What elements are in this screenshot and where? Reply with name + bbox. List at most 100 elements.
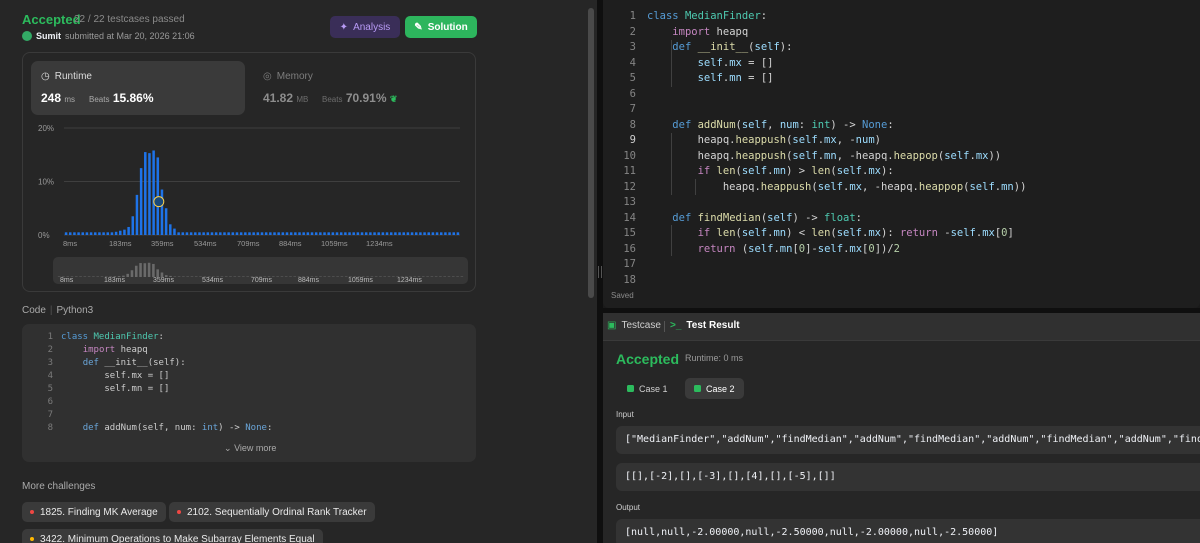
editor-line[interactable]: 7 [612, 102, 1026, 118]
editor-line[interactable]: 10 heapq.heappush(self.mn, -heapq.heappo… [612, 149, 1026, 165]
chart-bar[interactable] [106, 232, 110, 235]
chart-bar[interactable] [306, 232, 310, 235]
editor-line[interactable]: 5 self.mn = [] [612, 71, 1026, 87]
chart-bar[interactable] [352, 232, 355, 235]
chart-bar[interactable] [227, 232, 230, 235]
challenge-chip[interactable]: 3422. Minimum Operations to Make Subarra… [22, 529, 323, 543]
chart-bar[interactable] [114, 231, 118, 235]
chart-bar[interactable] [369, 232, 372, 235]
user-avatar[interactable] [22, 31, 32, 41]
input-value-2[interactable]: [[],[-2],[],[-3],[],[4],[],[-5],[]] [616, 463, 1200, 491]
chart-bar[interactable] [323, 232, 326, 235]
chart-bar[interactable] [214, 232, 218, 235]
chart-bar[interactable] [302, 232, 305, 235]
editor-line[interactable]: 15 if len(self.mn) < len(self.mx): retur… [612, 226, 1026, 242]
chart-bar[interactable] [427, 232, 430, 235]
editor-line[interactable]: 4 self.mx = [] [612, 56, 1026, 72]
chart-bar[interactable] [402, 232, 405, 235]
chart-bar[interactable] [173, 228, 176, 235]
chart-bar[interactable] [177, 232, 180, 235]
chart-bar[interactable] [169, 224, 172, 235]
case-tab-1[interactable]: Case 1 [618, 378, 677, 399]
tab-testcase[interactable]: ▣ Testcase [607, 320, 661, 331]
chart-bar[interactable] [152, 150, 155, 235]
chart-bar[interactable] [377, 232, 380, 235]
chart-bar[interactable] [260, 232, 264, 235]
chart-bar[interactable] [189, 232, 193, 235]
chart-bar[interactable] [269, 232, 272, 235]
chart-bar[interactable] [419, 232, 422, 235]
chart-bar[interactable] [406, 232, 410, 235]
chart-bar[interactable] [144, 152, 147, 235]
tab-test-result[interactable]: >_ Test Result [670, 320, 740, 331]
solution-button[interactable]: ✎ Solution [405, 16, 477, 38]
output-value[interactable]: [null,null,-2.00000,null,-2.50000,null,-… [616, 519, 1200, 543]
chart-bar[interactable] [319, 232, 322, 235]
chart-bar[interactable] [231, 232, 235, 235]
chart-bar[interactable] [181, 232, 185, 235]
chart-bar[interactable] [360, 232, 364, 235]
editor-line[interactable]: 14 def findMedian(self) -> float: [612, 211, 1026, 227]
chart-bar[interactable] [256, 232, 260, 235]
chart-bar[interactable] [81, 232, 85, 235]
editor-line[interactable]: 9 heapq.heappush(self.mx, -num) [612, 133, 1026, 149]
editor-line[interactable]: 11 if len(self.mn) > len(self.mx): [612, 164, 1026, 180]
chart-bar[interactable] [423, 232, 426, 235]
chart-bar[interactable] [73, 232, 76, 235]
chart-bar[interactable] [123, 229, 126, 235]
chart-bar[interactable] [348, 232, 351, 235]
challenge-chip[interactable]: 2102. Sequentially Ordinal Rank Tracker [169, 502, 375, 522]
chart-bar[interactable] [85, 232, 89, 235]
chart-bar[interactable] [381, 232, 385, 235]
chart-bar[interactable] [131, 216, 135, 235]
chart-bar[interactable] [344, 232, 347, 235]
chart-bar[interactable] [94, 232, 97, 235]
user-name[interactable]: Sumit [36, 31, 61, 41]
chart-bar[interactable] [239, 232, 243, 235]
runtime-distribution-chart[interactable]: 20% 10% 0% 8ms 183ms 359ms 534ms 709ms 884ms 1059… [32, 120, 472, 250]
editor-lines[interactable]: 1 class MedianFinder: 2 import heapq 3 def … [612, 9, 1026, 288]
chart-bar[interactable] [281, 232, 285, 235]
chart-bar[interactable] [248, 232, 251, 235]
chart-bar[interactable] [394, 232, 397, 235]
chart-bar[interactable] [127, 226, 130, 235]
chart-bar[interactable] [98, 232, 101, 235]
editor-line[interactable]: 6 [612, 87, 1026, 103]
chart-bar[interactable] [277, 232, 280, 235]
chart-bar[interactable] [139, 168, 143, 235]
left-panel-scrollbar[interactable] [588, 8, 594, 298]
chart-bar[interactable] [439, 232, 443, 235]
chart-bar[interactable] [223, 232, 226, 235]
chart-bar[interactable] [219, 232, 222, 235]
chart-bar[interactable] [64, 232, 68, 235]
input-value-1[interactable]: ["MedianFinder","addNum","findMedian","a… [616, 426, 1200, 454]
chart-bar[interactable] [385, 232, 389, 235]
analysis-button[interactable]: ✦ Analysis [330, 16, 400, 38]
editor-line[interactable]: 13 [612, 195, 1026, 211]
chart-bar[interactable] [119, 230, 122, 235]
chart-bar[interactable] [331, 232, 335, 235]
chart-bar[interactable] [102, 232, 105, 235]
chart-bar[interactable] [235, 232, 239, 235]
chart-bar[interactable] [364, 232, 368, 235]
chart-bar[interactable] [89, 232, 93, 235]
runtime-tab[interactable] [31, 61, 245, 115]
chart-bar[interactable] [202, 232, 205, 235]
chart-bar[interactable] [431, 232, 435, 235]
challenge-chip[interactable]: 1825. Finding MK Average [22, 502, 166, 522]
chart-bar[interactable] [164, 208, 168, 235]
chart-bar[interactable] [298, 232, 301, 235]
editor-line[interactable]: 8 def addNum(self, num: int) -> None: [612, 118, 1026, 134]
chart-bar[interactable] [314, 232, 318, 235]
your-submission-marker[interactable] [153, 196, 165, 208]
chart-bar[interactable] [77, 232, 80, 235]
editor-line[interactable]: 1 class MedianFinder: [612, 9, 1026, 25]
memory-tab[interactable]: ◎ Memory [263, 71, 313, 82]
chart-bar[interactable] [398, 232, 401, 235]
chart-bar[interactable] [285, 232, 289, 235]
chart-bar[interactable] [339, 232, 343, 235]
case-tab-2[interactable]: Case 2 [685, 378, 744, 399]
chart-bar[interactable] [448, 232, 451, 235]
chart-bar[interactable] [252, 232, 255, 235]
chart-bar[interactable] [244, 232, 247, 235]
